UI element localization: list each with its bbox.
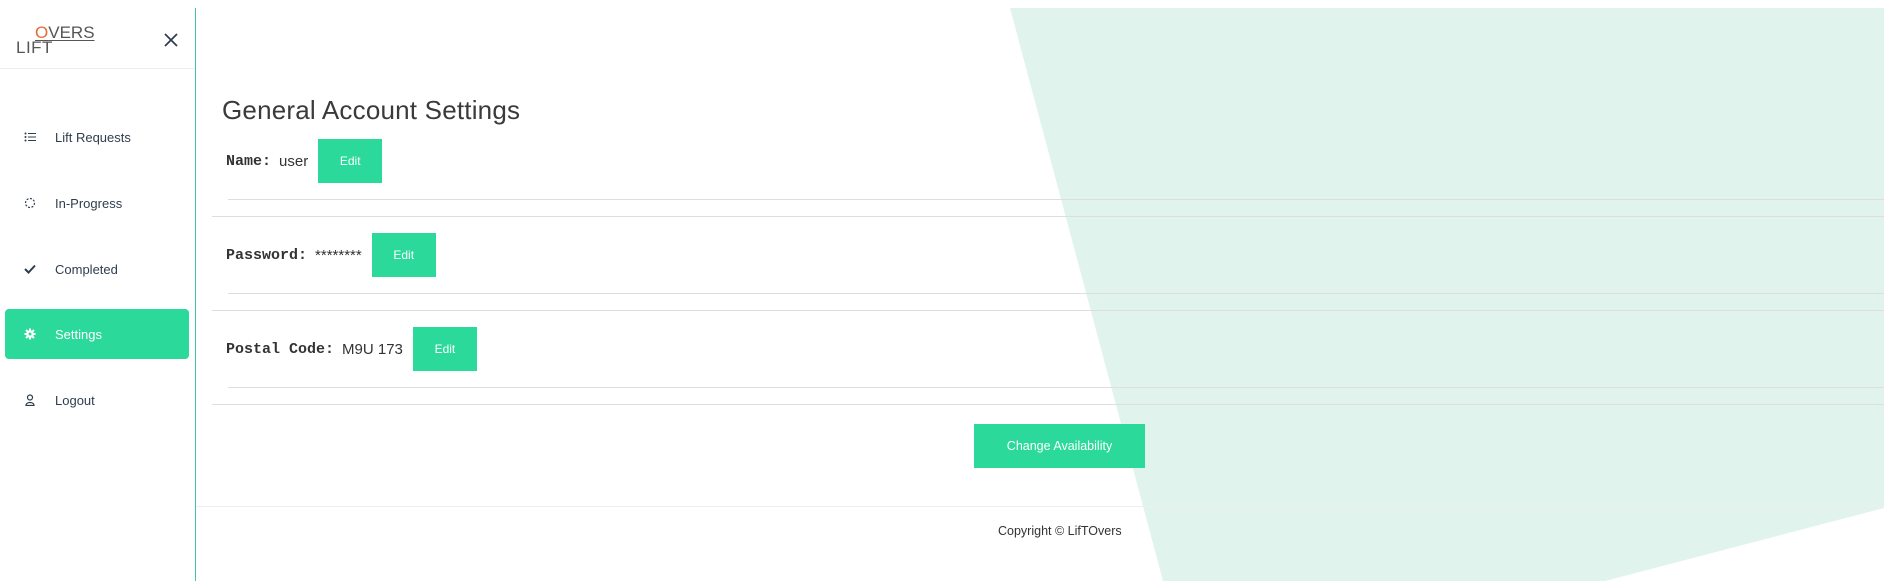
- check-icon: [5, 264, 55, 274]
- edit-name-button[interactable]: Edit: [318, 139, 383, 183]
- edit-postal-code-button[interactable]: Edit: [412, 327, 477, 371]
- password-value: ********: [315, 246, 362, 264]
- password-setting-row: Password: ******** Edit: [226, 233, 436, 277]
- name-value: user: [279, 152, 309, 170]
- change-availability-button[interactable]: Change Availability: [974, 424, 1145, 468]
- sidebar-item-completed[interactable]: Completed: [5, 244, 189, 294]
- sidebar-item-label: Completed: [55, 261, 118, 277]
- close-icon: [164, 33, 178, 47]
- sidebar-item-settings[interactable]: Settings: [5, 309, 189, 359]
- spinner-icon: [5, 197, 55, 209]
- divider: [212, 216, 1884, 217]
- sidebar-item-label: In-Progress: [55, 195, 123, 211]
- name-label: Name:: [226, 152, 272, 170]
- sidebar-item-lift-requests[interactable]: Lift Requests: [5, 112, 189, 162]
- logo-lift-text: LIFT: [16, 38, 53, 57]
- edit-password-button[interactable]: Edit: [371, 233, 436, 277]
- user-icon: [5, 394, 55, 406]
- sidebar-item-label: Lift Requests: [55, 129, 131, 145]
- divider: [212, 310, 1884, 311]
- sidebar-item-label: Settings: [55, 326, 102, 342]
- close-sidebar-button[interactable]: [161, 30, 181, 50]
- sidebar: OVERS LIFT Lift Requests In-Progress Com…: [0, 8, 196, 581]
- main-content: General Account Settings Name: user Edit…: [196, 0, 1884, 581]
- divider: [228, 199, 1884, 200]
- name-setting-row: Name: user Edit: [226, 139, 383, 183]
- gear-icon: [5, 328, 55, 340]
- postal-code-label: Postal Code:: [226, 340, 335, 358]
- logo[interactable]: OVERS LIFT: [16, 24, 95, 64]
- divider: [212, 404, 1884, 405]
- divider: [228, 293, 1884, 294]
- sidebar-item-label: Logout: [55, 392, 95, 408]
- list-icon: [5, 132, 55, 142]
- postal-code-value: M9U 173: [342, 340, 403, 358]
- brand-header: OVERS LIFT: [0, 8, 195, 69]
- sidebar-item-logout[interactable]: Logout: [5, 375, 189, 425]
- page-title: General Account Settings: [222, 95, 521, 125]
- copyright-text: Copyright © LifTOvers: [998, 524, 1122, 538]
- footer-divider: [196, 506, 1884, 507]
- sidebar-item-in-progress[interactable]: In-Progress: [5, 178, 189, 228]
- divider: [228, 387, 1884, 388]
- password-label: Password:: [226, 246, 308, 264]
- postal-code-setting-row: Postal Code: M9U 173 Edit: [226, 327, 477, 371]
